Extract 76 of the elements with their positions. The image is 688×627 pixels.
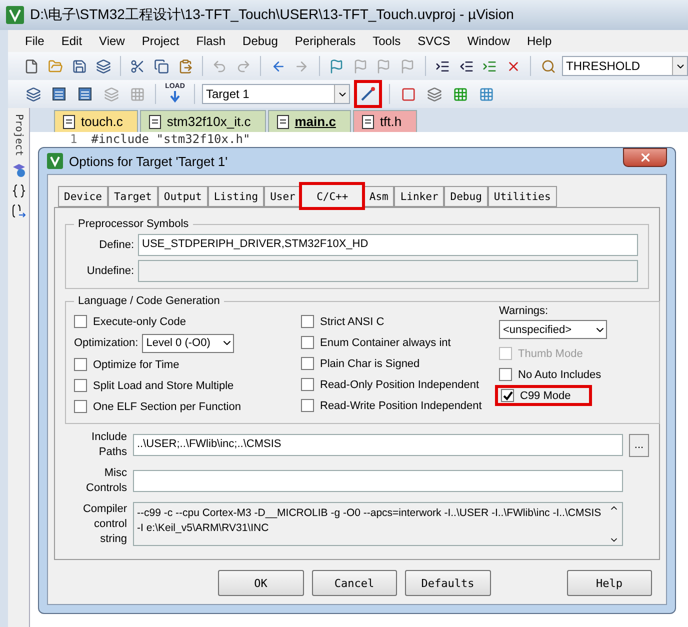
checkbox-option[interactable]: Execute-only Code [74, 311, 186, 332]
optimization-select[interactable]: Level 0 (-O0) [142, 334, 234, 352]
editor-tab[interactable]: main.c [268, 110, 351, 132]
magic-wand-icon[interactable] [354, 80, 382, 108]
project-panel-tab[interactable]: Project [13, 114, 24, 156]
dialog-title: Options for Target 'Target 1' [69, 154, 228, 168]
dialog-button[interactable]: OK [218, 570, 304, 596]
menu-item[interactable]: File [16, 34, 52, 48]
window-title: D:\电子\STM32工程设计\13-TFT_Touch\USER\13-TFT_Touch.uvproj - µVision [30, 6, 514, 24]
app-logo-icon [6, 6, 24, 24]
dialog-tab[interactable]: Debug [444, 186, 488, 207]
file-icon [276, 114, 289, 128]
editor-tab[interactable]: stm32f10x_it.c [140, 110, 266, 132]
field-label: Optimization: [74, 337, 138, 349]
checkbox-option[interactable]: Split Load and Store Multiple [74, 375, 234, 396]
field-label: Define: [98, 238, 134, 252]
menu-item[interactable]: Help [518, 34, 560, 48]
browse-button[interactable]: ... [629, 434, 649, 456]
checkbox-option[interactable]: C99 Mode [495, 385, 592, 406]
dialog-button[interactable]: Help [566, 570, 652, 596]
file-icon [148, 114, 161, 128]
field-label: Warnings: [499, 305, 550, 317]
menu-item[interactable]: Flash [187, 34, 234, 48]
menu-item[interactable]: Debug [234, 34, 286, 48]
input-field[interactable]: ..\USER;..\FWlib\inc;..\CMSIS [133, 434, 623, 456]
line-number: 1 [70, 132, 78, 146]
input-field[interactable]: USE_STDPERIPH_DRIVER,STM32F10X_HD [138, 234, 638, 256]
group-title: Preprocessor Symbols [77, 218, 190, 230]
dialog-tab[interactable]: Linker [394, 186, 444, 207]
check-mark-icon [502, 390, 512, 400]
find-combo[interactable]: THRESHOLD [562, 56, 688, 76]
braces-icon[interactable] [12, 184, 26, 198]
close-icon [638, 151, 652, 164]
close-button[interactable] [623, 148, 667, 167]
checkbox-option[interactable]: Enum Container always int [301, 332, 451, 353]
dialog-tab[interactable]: Target [108, 186, 158, 207]
checkbox-option[interactable]: No Auto Includes [499, 364, 602, 385]
dialog-tab[interactable]: Asm [363, 186, 394, 207]
file-icon [63, 114, 75, 128]
dialog-tab[interactable]: Device [58, 186, 108, 207]
editor-tab[interactable]: touch.c [54, 110, 138, 132]
menu-item[interactable]: SVCS [408, 34, 458, 48]
menu-item[interactable]: View [90, 34, 133, 48]
file-icon [362, 114, 374, 128]
menu-item[interactable]: Peripherals [286, 34, 364, 48]
checkbox-option[interactable]: Read-Only Position Independent [301, 374, 479, 395]
checkbox-option[interactable]: Strict ANSI C [301, 311, 384, 332]
field-label: Undefine: [86, 264, 134, 278]
warnings-select[interactable]: <unspecified> [499, 320, 607, 339]
field-label: Compiler control string [82, 502, 127, 547]
menu-item[interactable]: Project [132, 34, 188, 48]
group-title: Language / Code Generation [77, 295, 221, 307]
menu-item[interactable]: Window [458, 34, 518, 48]
dialog-tab[interactable]: Listing [208, 186, 264, 207]
field-label: Misc Controls [85, 466, 127, 496]
dialog-button[interactable]: Defaults [405, 570, 490, 596]
dialog-button[interactable]: Cancel [312, 570, 397, 596]
editor-tab[interactable]: tft.h [352, 110, 417, 132]
dialog-tab[interactable]: Output [158, 186, 208, 207]
target-select[interactable]: Target 1 [202, 84, 350, 104]
code-line: #include "stm32f10x.h" [91, 132, 250, 146]
field-label: Include Paths [90, 430, 127, 460]
dialog-tab[interactable]: User [264, 186, 302, 207]
braces-arrow-icon[interactable] [10, 204, 26, 218]
checkbox-option[interactable]: Optimize for Time [74, 354, 180, 375]
checkbox-option[interactable]: Read-Write Position Independent [301, 395, 482, 416]
dialog-tab[interactable]: Utilities [488, 186, 557, 207]
input-field[interactable] [133, 470, 623, 492]
dialog-tab[interactable]: C/C++ [301, 184, 364, 208]
compiler-string-field[interactable]: --c99 -c --cpu Cortex-M3 -D__MICROLIB -g -O0 --apcs=interwork -I..\USER -I..\FWlib\inc -I..\CMSIS -I e:\Keil_v5\ARM\RV31\INC [133, 502, 623, 546]
menu-item[interactable]: Tools [364, 34, 409, 48]
checkbox-option[interactable]: One ELF Section per Function [74, 396, 241, 417]
down-arrow-icon [168, 91, 182, 103]
app-logo-icon [47, 153, 63, 169]
checkbox-option[interactable]: Plain Char is Signed [301, 353, 420, 374]
menu-item[interactable]: Edit [52, 34, 90, 48]
